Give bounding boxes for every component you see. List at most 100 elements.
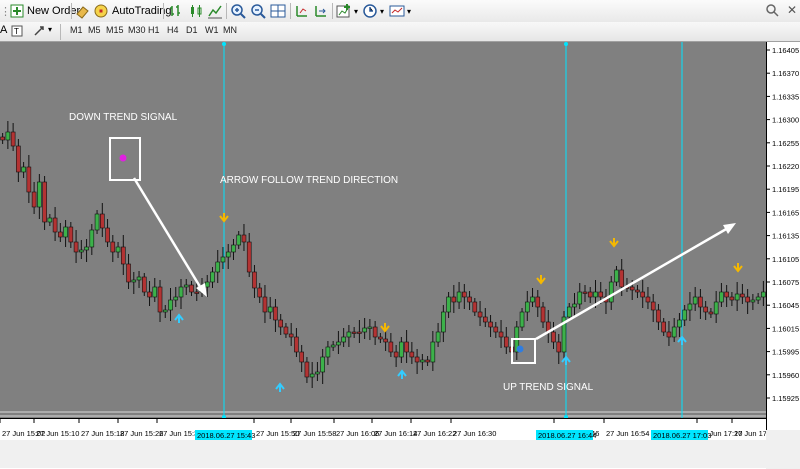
indicators-dropdown-icon[interactable]: ▾ — [354, 2, 358, 20]
chart-shift-icon[interactable] — [294, 3, 310, 19]
autotrading-button[interactable]: AutoTrading — [93, 2, 172, 20]
templates-icon[interactable] — [389, 3, 405, 19]
candle-body — [503, 336, 509, 348]
candle-body — [89, 229, 95, 248]
candle-body — [26, 166, 32, 193]
candle-body — [262, 296, 268, 313]
candle-body — [52, 217, 58, 233]
timeframe-h1[interactable]: H1 — [148, 25, 160, 35]
svg-text:T: T — [14, 27, 19, 36]
candle-body — [761, 291, 766, 298]
candle-body — [399, 341, 404, 358]
candle-body — [84, 246, 89, 251]
candle-body — [309, 373, 315, 378]
timeframe-h4[interactable]: H4 — [167, 25, 179, 35]
candle-body — [283, 326, 289, 335]
candle-body — [304, 361, 310, 378]
candle-body — [614, 269, 619, 283]
time-marker-handle[interactable] — [222, 42, 226, 46]
periods-clock-icon[interactable] — [362, 3, 378, 19]
time-marker-handle[interactable] — [564, 42, 568, 46]
new-order-button[interactable]: New Order — [10, 2, 80, 20]
search-icon[interactable] — [765, 3, 781, 19]
price-label: 1.16195 — [772, 185, 799, 194]
eraser-icon[interactable] — [75, 3, 91, 19]
candle-body — [16, 145, 21, 173]
candle-body — [587, 291, 593, 298]
candle-body — [58, 231, 63, 238]
candle-body — [21, 166, 26, 173]
templates-dropdown-icon[interactable]: ▾ — [407, 2, 411, 20]
candle-body — [231, 244, 236, 253]
candle-body — [79, 249, 84, 253]
candle-body — [236, 234, 242, 246]
candle-body — [42, 181, 47, 223]
candle-body — [724, 291, 729, 298]
new-order-icon — [10, 4, 24, 18]
candle-body — [493, 326, 499, 333]
candle-body — [551, 331, 556, 343]
candle-body — [393, 351, 399, 358]
arrows-dropdown-icon[interactable]: ▾ — [48, 25, 52, 34]
candle-body — [703, 306, 708, 313]
timeframe-d1[interactable]: D1 — [186, 25, 198, 35]
candle-body — [635, 289, 640, 293]
zoom-in-icon[interactable] — [230, 3, 246, 19]
candlestick-chart[interactable]: DOWN TREND SIGNAL ARROW FOLLOW TREND DIRE… — [0, 42, 766, 419]
candle-body — [556, 341, 562, 353]
price-label: 1.16335 — [772, 92, 799, 101]
candlestick-icon[interactable] — [188, 3, 204, 19]
candle-body — [183, 284, 189, 288]
text-label-tool-icon[interactable]: T — [11, 25, 23, 37]
price-label: 1.15995 — [772, 348, 799, 357]
candle-body — [388, 341, 394, 353]
candle-body — [131, 279, 137, 283]
close-window-icon[interactable]: ✕ — [787, 3, 797, 17]
tile-windows-icon[interactable] — [270, 3, 286, 19]
timeframe-m30[interactable]: M30 — [128, 25, 146, 35]
candle-body — [110, 241, 116, 253]
candle-body — [734, 293, 740, 301]
candle-body — [524, 301, 530, 313]
price-label: 1.15960 — [772, 371, 799, 380]
timeframe-m15[interactable]: M15 — [106, 25, 124, 35]
candle-body — [656, 309, 661, 323]
text-tool-icon[interactable]: A — [0, 24, 7, 36]
candle-body — [682, 309, 687, 321]
timeframe-m1[interactable]: M1 — [70, 25, 83, 35]
timeframe-mn[interactable]: MN — [223, 25, 237, 35]
cursor-time-label: 2018.06.27 16:44 — [538, 431, 596, 440]
price-chart[interactable]: DOWN TREND SIGNAL ARROW FOLLOW TREND DIRE… — [0, 42, 766, 419]
indicators-icon[interactable] — [336, 3, 352, 19]
arrows-tool-icon[interactable] — [33, 25, 47, 37]
candle-body — [341, 336, 346, 343]
periods-dropdown-icon[interactable]: ▾ — [380, 2, 384, 20]
candle-body — [10, 131, 16, 147]
candle-body — [257, 287, 263, 298]
timeframe-m5[interactable]: M5 — [88, 25, 101, 35]
line-chart-icon[interactable] — [207, 3, 223, 19]
price-label: 1.16165 — [772, 208, 799, 217]
autoscroll-icon[interactable] — [313, 3, 329, 19]
candle-body — [671, 326, 677, 338]
candle-body — [441, 311, 446, 333]
timeframe-w1[interactable]: W1 — [205, 25, 219, 35]
price-label: 1.16015 — [772, 324, 799, 333]
toolbar-separator — [60, 24, 61, 40]
candle-body — [462, 291, 467, 298]
bar-chart-icon[interactable] — [168, 3, 184, 19]
cursor-time-label: 2018.06.27 17:03 — [653, 431, 711, 440]
zoom-out-icon[interactable] — [250, 3, 266, 19]
candle-body — [729, 296, 735, 301]
candle-body — [446, 296, 451, 313]
candle-body — [126, 263, 131, 283]
candle-body — [225, 251, 231, 258]
candle-body — [435, 331, 441, 343]
price-label: 1.16370 — [772, 69, 799, 78]
candle-body — [252, 271, 257, 289]
candle-body — [5, 131, 11, 141]
candle-body — [383, 338, 388, 343]
candle-body — [598, 291, 604, 298]
time-label: 27 Jun 15:18 — [81, 429, 124, 438]
time-label: 27 Jun 16:06 — [336, 429, 379, 438]
